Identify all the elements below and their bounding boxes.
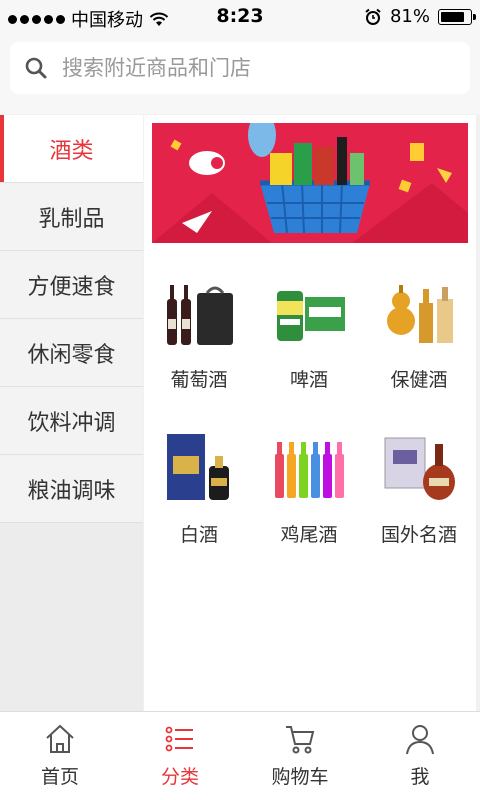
wine-bottles-icon — [167, 285, 233, 345]
sidebar-item-beverages[interactable]: 饮料冲调 — [0, 387, 143, 455]
tab-home[interactable]: 首页 — [0, 712, 120, 800]
product-label: 鸡尾酒 — [280, 524, 338, 546]
search-bar — [0, 34, 480, 114]
product-beer[interactable]: 啤酒 — [254, 263, 364, 418]
product-wine[interactable]: 葡萄酒 — [144, 263, 254, 418]
cocktail-bottles-icon — [275, 442, 344, 498]
beer-cans-icon — [277, 291, 345, 341]
tab-category-label: 分类 — [160, 766, 199, 788]
status-bar: 中国移动 8:23 81% — [0, 0, 480, 34]
shopping-basket-banner-image — [152, 123, 468, 243]
tab-cart-label: 购物车 — [271, 766, 329, 788]
category-sidebar: 酒类 乳制品 方便速食 休闲零食 饮料冲调 粮油调味 — [0, 115, 143, 711]
search-box[interactable] — [10, 42, 470, 94]
product-baijiu[interactable]: 白酒 — [144, 418, 254, 573]
foreign-liquor-icon — [384, 437, 455, 500]
home-icon — [46, 724, 74, 753]
tab-category[interactable]: 分类 — [120, 712, 240, 800]
tab-me-label: 我 — [410, 766, 430, 788]
sidebar-item-dairy[interactable]: 乳制品 — [0, 183, 143, 251]
product-label: 保健酒 — [390, 369, 448, 391]
product-label: 葡萄酒 — [170, 369, 228, 391]
category-content: 葡萄酒 啤酒 保健酒 白酒 鸡尾酒 国外名酒 — [144, 115, 476, 711]
battery-fill — [441, 11, 464, 22]
bottom-tab-bar: 首页 分类 购物车 我 — [0, 711, 480, 800]
sidebar-item-snacks[interactable]: 休闲零食 — [0, 319, 143, 387]
cart-icon — [286, 726, 315, 754]
battery-percent: 81% — [389, 6, 430, 27]
search-input[interactable] — [62, 56, 442, 80]
product-label: 啤酒 — [289, 369, 328, 391]
tab-home-label: 首页 — [40, 766, 79, 788]
product-grid: 葡萄酒 啤酒 保健酒 白酒 鸡尾酒 国外名酒 — [144, 263, 476, 573]
sidebar-item-instant-food[interactable]: 方便速食 — [0, 251, 143, 319]
sidebar-item-grain-oil[interactable]: 粮油调味 — [0, 455, 143, 523]
search-icon — [25, 57, 47, 79]
product-label: 白酒 — [179, 524, 218, 546]
sidebar-item-liquor[interactable]: 酒类 — [0, 115, 143, 183]
user-icon — [406, 725, 434, 755]
battery-icon — [438, 8, 476, 25]
tab-cart[interactable]: 购物车 — [240, 712, 360, 800]
tab-me[interactable]: 我 — [360, 712, 480, 800]
health-liquor-icon — [387, 285, 453, 343]
baijiu-box-icon — [167, 434, 229, 500]
product-foreign-liquor[interactable]: 国外名酒 — [364, 418, 474, 573]
status-right: 81% — [364, 6, 476, 27]
product-cocktail[interactable]: 鸡尾酒 — [254, 418, 364, 573]
product-label: 国外名酒 — [380, 524, 457, 546]
promo-banner[interactable] — [152, 123, 468, 243]
product-health-liquor[interactable]: 保健酒 — [364, 263, 474, 418]
alarm-icon — [365, 8, 381, 25]
category-list-icon — [165, 726, 193, 752]
